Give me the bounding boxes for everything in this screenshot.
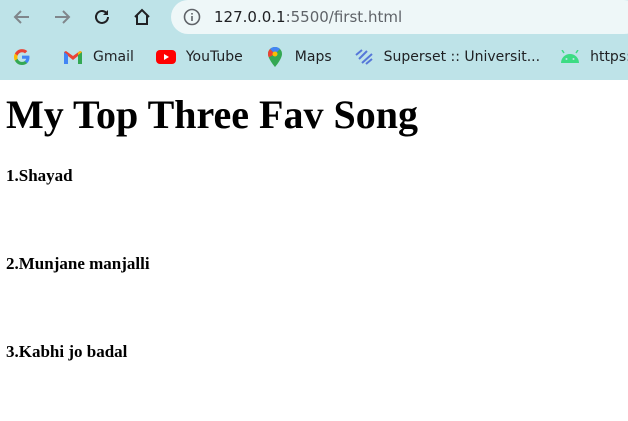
song-item-3: 3.Kabhi jo badal (6, 342, 128, 361)
browser-chrome: 127.0.0.1:5500/first.html Gmail YouTube … (0, 0, 628, 80)
google-icon (12, 47, 32, 67)
home-icon (134, 8, 150, 25)
bookmark-label: Maps (294, 49, 332, 65)
url-path: :5500/first.html (285, 8, 403, 26)
maps-icon (265, 47, 285, 67)
bookmark-superset[interactable]: Superset :: Universit... (354, 47, 540, 67)
bookmarks-bar: Gmail YouTube Maps Superset:: Universit… (0, 42, 628, 72)
home-button[interactable] (128, 3, 156, 31)
song-item-1: 1.Shayad (6, 166, 73, 185)
browser-toolbar: 127.0.0.1:5500/first.html (0, 0, 628, 34)
bookmark-youtube[interactable]: YouTube (155, 47, 243, 67)
arrow-left-icon (13, 10, 29, 24)
android-icon (560, 47, 580, 67)
bookmark-label: https://dev (590, 49, 628, 65)
bookmark-maps[interactable]: Maps (265, 47, 332, 67)
arrow-right-icon (55, 10, 71, 24)
youtube-icon (155, 47, 176, 67)
bookmark-gmail[interactable]: Gmail (63, 47, 134, 67)
forward-button[interactable] (48, 3, 76, 31)
bookmark-label: YouTube (185, 49, 243, 65)
gmail-icon (63, 47, 83, 67)
song-item-2: 2.Munjane manjalli (6, 254, 150, 273)
reload-button[interactable] (88, 3, 116, 31)
bookmark-android-dev[interactable]: https://dev (560, 47, 628, 67)
url-host: 127.0.0.1 (214, 8, 286, 26)
back-button[interactable] (8, 3, 36, 31)
reload-icon (95, 9, 109, 24)
address-bar[interactable]: 127.0.0.1:5500/first.html (171, 0, 628, 34)
info-icon[interactable] (183, 8, 201, 26)
bookmark-label: Superset :: Universit... (383, 49, 541, 65)
superset-icon (354, 47, 374, 67)
bookmark-google[interactable] (12, 47, 42, 67)
page-title: My Top Three Fav Song (6, 92, 418, 137)
bookmark-label: Gmail (93, 49, 134, 65)
url-text[interactable]: 127.0.0.1:5500/first.html (214, 8, 402, 26)
page-content: My Top Three Fav Song 1.Shayad 2.Munjane… (0, 92, 628, 361)
